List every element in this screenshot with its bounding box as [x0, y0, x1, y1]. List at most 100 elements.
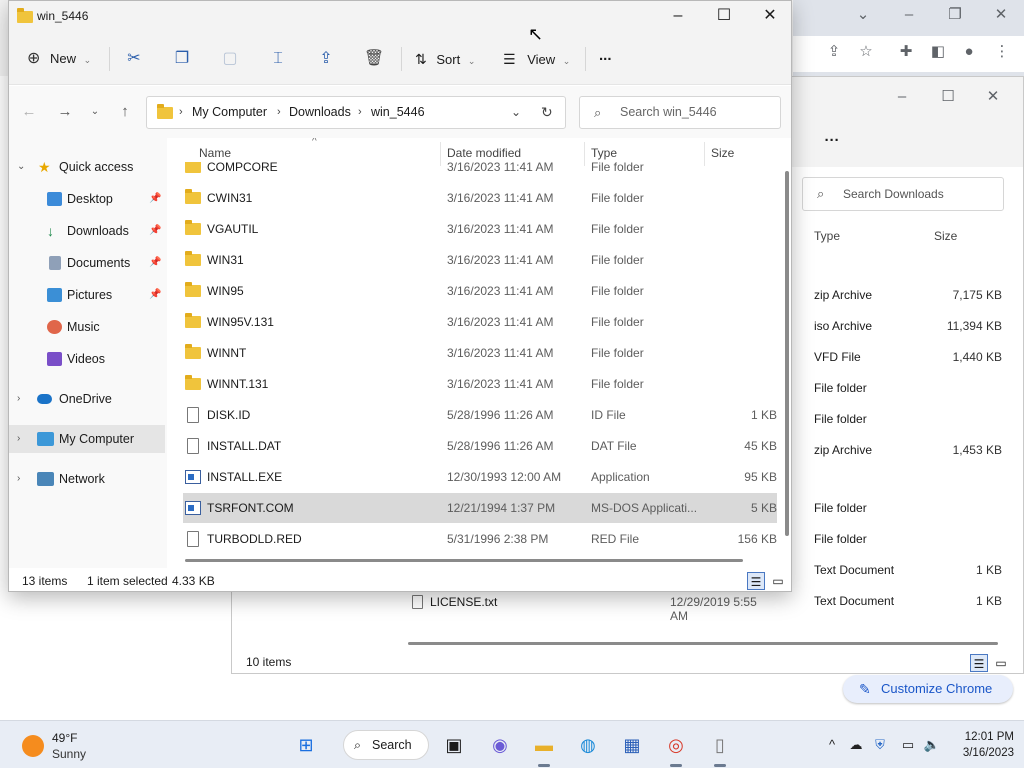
forward-arrow-icon[interactable]: → — [53, 100, 77, 124]
horizontal-scrollbar[interactable] — [185, 559, 743, 562]
nav-desktop[interactable]: Desktop 📌 — [9, 185, 165, 213]
pin-icon[interactable]: 📌 — [149, 249, 161, 277]
start-button[interactable]: ⊞ — [292, 731, 320, 759]
file-row[interactable]: WIN95 3/16/2023 11:41 AM File folder — [183, 276, 777, 306]
refresh-icon[interactable]: ↻ — [541, 97, 553, 128]
maximize-button[interactable]: ☐ — [701, 1, 747, 33]
notepad-icon[interactable]: ▯ — [706, 731, 734, 767]
details-view-icon[interactable]: ☰ — [970, 654, 988, 672]
nav-my-computer[interactable]: › My Computer — [9, 425, 165, 453]
chrome-menu-icon[interactable]: ⋮ — [990, 40, 1014, 64]
downloads-row[interactable]: Text Document 1 KB — [814, 560, 1004, 580]
column-header-date[interactable]: Date modified — [447, 146, 521, 160]
clock[interactable]: 12:01 PM 3/16/2023 — [950, 729, 1014, 761]
see-more-button[interactable]: ... — [599, 43, 623, 75]
pin-icon[interactable]: 📌 — [149, 217, 161, 245]
breadcrumb-downloads[interactable]: Downloads — [289, 97, 351, 128]
up-arrow-icon[interactable]: ↑ — [113, 100, 137, 124]
copy-icon[interactable]: ❐ — [166, 43, 198, 75]
chrome-close-button[interactable]: ✕ — [989, 3, 1013, 27]
column-header-name[interactable]: Name — [199, 146, 231, 160]
vertical-scrollbar[interactable] — [785, 171, 789, 536]
file-row[interactable]: WINNT 3/16/2023 11:41 AM File folder — [183, 338, 777, 368]
downloads-row[interactable]: File folder — [814, 529, 1004, 549]
downloads-row[interactable]: iso Archive 11,394 KB — [814, 316, 1004, 336]
nav-network[interactable]: › Network — [9, 465, 165, 493]
recent-locations-chevron-icon[interactable]: ⌄ — [83, 100, 107, 124]
breadcrumb-my-computer[interactable]: My Computer — [192, 97, 267, 128]
show-hidden-icons-chevron-icon[interactable]: ^ — [822, 735, 842, 755]
volume-icon[interactable]: 🔈 — [922, 735, 942, 755]
address-bar[interactable]: › My Computer › Downloads › win_5446 ⌄ ↻ — [146, 96, 566, 129]
nav-videos[interactable]: Videos — [9, 345, 165, 373]
file-row[interactable]: VGAUTIL 3/16/2023 11:41 AM File folder — [183, 214, 777, 244]
pin-icon[interactable]: 📌 — [149, 185, 161, 213]
file-row[interactable]: TSRFONT.COM 12/21/1994 1:37 PM MS-DOS Appl… — [183, 493, 777, 523]
nav-documents[interactable]: Documents 📌 — [9, 249, 165, 277]
file-row[interactable]: INSTALL.DAT 5/28/1996 11:26 AM DAT File 45 … — [183, 431, 777, 461]
cut-icon[interactable]: ✂ — [118, 43, 150, 75]
rename-icon[interactable]: ⌶ — [262, 43, 294, 75]
edge-icon[interactable]: ◍ — [574, 731, 602, 759]
extensions-icon[interactable]: ✚ — [894, 40, 918, 64]
breadcrumb-win-5446[interactable]: win_5446 — [371, 97, 425, 128]
nav-music[interactable]: Music — [9, 313, 165, 341]
share-icon[interactable]: ⇪ — [310, 43, 342, 75]
share-icon[interactable]: ⇪ — [822, 40, 846, 64]
file-row[interactable]: WINNT.131 3/16/2023 11:41 AM File folder — [183, 369, 777, 399]
back-arrow-icon[interactable]: ← — [17, 100, 41, 124]
file-row[interactable]: INSTALL.EXE 12/30/1993 12:00 AM Applicatio… — [183, 462, 777, 492]
taskbar-search-button[interactable]: ⌕ Search — [343, 730, 429, 760]
downloads-row[interactable]: File folder — [814, 409, 1004, 429]
paste-icon[interactable]: ▢ — [214, 43, 246, 75]
file-explorer-icon[interactable]: ▬ — [530, 731, 558, 767]
tab-search-icon[interactable]: ⌄ — [851, 3, 875, 27]
file-row[interactable]: WIN31 3/16/2023 11:41 AM File folder — [183, 245, 777, 275]
downloads-close-button[interactable]: ✕ — [981, 85, 1005, 109]
column-header-size[interactable]: Size — [711, 146, 734, 160]
chrome-icon[interactable]: ◎ — [662, 731, 690, 767]
chat-icon[interactable]: ◉ — [486, 731, 514, 759]
sort-button[interactable]: ⇅ Sort ⌄ — [415, 43, 489, 75]
chrome-restore-button[interactable]: ❐ — [943, 3, 967, 27]
nav-downloads[interactable]: ↓ Downloads 📌 — [9, 217, 165, 245]
network-tray-icon[interactable]: ▭ — [898, 735, 918, 755]
downloads-minimize-button[interactable]: – — [890, 85, 914, 109]
weather-widget[interactable]: 49°F Sunny — [20, 731, 140, 761]
downloads-row[interactable]: Text Document 1 KB — [814, 591, 1004, 611]
nav-onedrive[interactable]: › OneDrive — [9, 385, 165, 413]
security-shield-icon[interactable]: ⛨ — [870, 735, 890, 755]
address-dropdown-icon[interactable]: ⌄ — [511, 97, 521, 128]
file-row[interactable]: CWIN31 3/16/2023 11:41 AM File folder — [183, 183, 777, 213]
onedrive-tray-icon[interactable]: ☁ — [846, 735, 866, 755]
file-row[interactable]: DISK.ID 5/28/1996 11:26 AM ID File 1 KB — [183, 400, 777, 430]
delete-icon[interactable]: 🗑 — [358, 43, 390, 75]
new-button[interactable]: ⊕ New ⌄ — [27, 43, 97, 75]
downloads-horizontal-scrollbar[interactable] — [408, 642, 998, 645]
bookmark-star-icon[interactable]: ☆ — [854, 40, 878, 64]
downloads-row[interactable]: File folder — [814, 378, 1004, 398]
tiles-view-icon[interactable]: ▭ — [992, 654, 1010, 672]
license-file-row[interactable]: LICENSE.txt 12/29/2019 5:55 AM — [412, 595, 772, 623]
downloads-maximize-button[interactable]: ☐ — [936, 85, 960, 109]
nav-pictures[interactable]: Pictures 📌 — [9, 281, 165, 309]
close-button[interactable]: ✕ — [747, 1, 793, 33]
downloads-row[interactable]: zip Archive 1,453 KB — [814, 440, 1004, 460]
column-header-type[interactable]: Type — [591, 146, 617, 160]
downloads-search-input[interactable]: ⌕ Search Downloads — [802, 177, 1004, 211]
file-row[interactable]: WIN95V.131 3/16/2023 11:41 AM File folder — [183, 307, 777, 337]
side-panel-icon[interactable]: ◧ — [926, 40, 950, 64]
search-input[interactable]: ⌕ Search win_5446 — [579, 96, 781, 129]
file-row[interactable]: TURBODLD.RED 5/31/1996 2:38 PM RED File 156… — [183, 524, 777, 554]
minimize-button[interactable]: – — [655, 1, 701, 33]
pin-icon[interactable]: 📌 — [149, 281, 161, 309]
downloads-column-type[interactable]: Type — [814, 229, 840, 243]
task-view-icon[interactable]: ▣ — [440, 731, 468, 759]
downloads-column-size[interactable]: Size — [934, 229, 957, 243]
downloads-row[interactable]: zip Archive 7,175 KB — [814, 285, 1004, 305]
tiles-view-icon[interactable]: ▭ — [769, 572, 787, 590]
view-button[interactable]: ☰ View ⌄ — [503, 43, 575, 75]
store-icon[interactable]: ▦ — [618, 731, 646, 759]
profile-avatar-icon[interactable]: ● — [957, 40, 981, 64]
details-view-icon[interactable]: ☰ — [747, 572, 765, 590]
